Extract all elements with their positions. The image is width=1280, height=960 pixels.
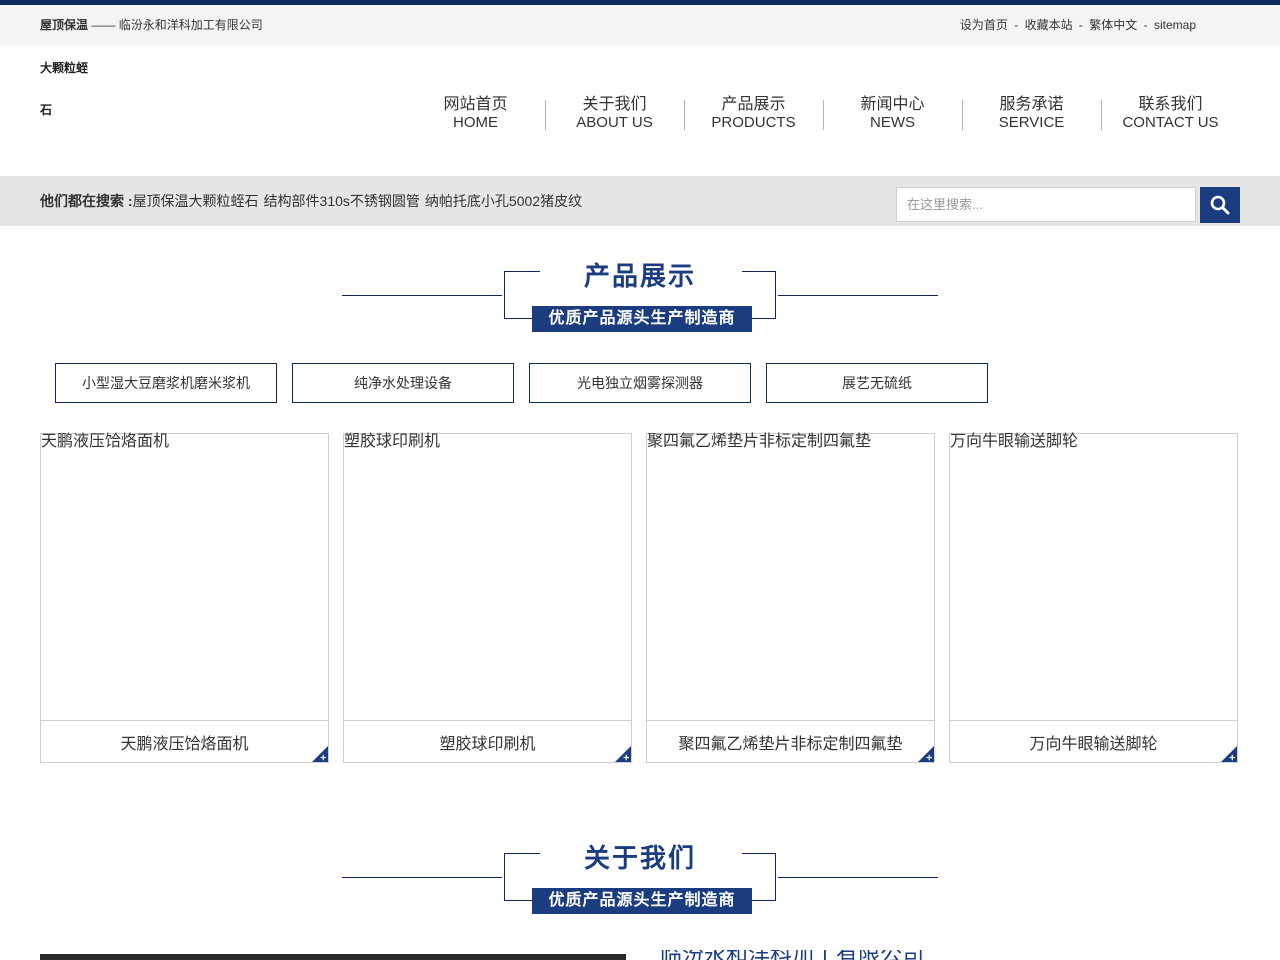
title-divider-left bbox=[342, 877, 502, 878]
product-card[interactable]: 聚四氟乙烯垫片非标定制四氟垫 聚四氟乙烯垫片非标定制四氟垫 bbox=[646, 433, 935, 763]
nav-label-en: NEWS bbox=[870, 114, 915, 131]
nav-label-en: CONTACT US bbox=[1122, 114, 1219, 131]
product-name[interactable]: 聚四氟乙烯垫片非标定制四氟垫 bbox=[647, 730, 934, 754]
category-button[interactable]: 展艺无硫纸 bbox=[766, 363, 988, 403]
about-section-subtitle: 优质产品源头生产制造商 bbox=[532, 888, 752, 914]
set-homepage-link[interactable]: 设为首页 bbox=[960, 18, 1008, 32]
title-divider-left bbox=[342, 295, 502, 296]
category-button[interactable]: 光电独立烟雾探测器 bbox=[529, 363, 751, 403]
product-image[interactable]: 万向牛眼输送脚轮 bbox=[950, 434, 1237, 721]
topbar-sep: - bbox=[1014, 18, 1019, 32]
product-card[interactable]: 万向牛眼输送脚轮 万向牛眼输送脚轮 bbox=[949, 433, 1238, 763]
hot-search: 他们都在搜索 :屋顶保温大颗粒蛭石 结构部件310s不锈钢圆管 纳帕托底小孔5002… bbox=[40, 191, 587, 211]
topbar-welcome: 屋顶保温 —— 临汾永和洋科加工有限公司 bbox=[40, 16, 263, 33]
product-name[interactable]: 塑胶球印刷机 bbox=[344, 730, 631, 754]
product-image-alt: 塑胶球印刷机 bbox=[344, 433, 441, 450]
search-icon bbox=[1210, 195, 1230, 215]
topbar-links: 设为首页 - 收藏本站 - 繁体中文 - sitemap bbox=[960, 16, 1196, 33]
product-image-alt: 万向牛眼输送脚轮 bbox=[950, 433, 1079, 450]
topbar-company: 临汾永和洋科加工有限公司 bbox=[118, 18, 263, 32]
title-divider-right bbox=[778, 295, 938, 296]
logo-line-2[interactable]: 石 bbox=[40, 101, 100, 118]
product-image[interactable]: 天鹏液压饸烙面机 bbox=[41, 434, 328, 721]
products-section-header: 产品展示 优质产品源头生产制造商 bbox=[342, 256, 938, 332]
traditional-chinese-link[interactable]: 繁体中文 bbox=[1089, 18, 1137, 32]
about-section-header: 关于我们 优质产品源头生产制造商 bbox=[342, 838, 938, 914]
main-nav: 网站首页 HOME 关于我们 ABOUT US 产品展示 PRODUCTS 新闻… bbox=[406, 96, 1240, 136]
product-name[interactable]: 万向牛眼输送脚轮 bbox=[950, 730, 1237, 754]
sitemap-link[interactable]: sitemap bbox=[1154, 18, 1196, 32]
logo-line-1[interactable]: 大颗粒蛭 bbox=[40, 59, 100, 76]
about-section-title: 关于我们 bbox=[583, 843, 696, 873]
title-divider-right bbox=[778, 877, 938, 878]
hot-keyword-link[interactable]: 结构部件310s不锈钢圆管 bbox=[264, 193, 420, 209]
category-button[interactable]: 纯净水处理设备 bbox=[292, 363, 514, 403]
category-button[interactable]: 小型湿大豆磨浆机磨米浆机 bbox=[55, 363, 277, 403]
about-image bbox=[40, 954, 626, 960]
products-section-subtitle: 优质产品源头生产制造商 bbox=[532, 306, 752, 332]
search-button[interactable] bbox=[1200, 187, 1240, 223]
product-image-alt: 天鹏液压饸烙面机 bbox=[41, 433, 170, 450]
nav-service[interactable]: 服务承诺 SERVICE bbox=[962, 96, 1101, 136]
products-section-title: 产品展示 bbox=[583, 261, 696, 291]
nav-label-cn: 网站首页 bbox=[443, 96, 508, 113]
nav-label-cn: 服务承诺 bbox=[999, 96, 1064, 113]
hot-search-label: 他们都在搜索 : bbox=[40, 193, 133, 209]
nav-label-en: SERVICE bbox=[998, 114, 1065, 131]
plus-corner-icon bbox=[1221, 746, 1237, 762]
nav-products[interactable]: 产品展示 PRODUCTS bbox=[684, 96, 823, 136]
category-tabs: 小型湿大豆磨浆机磨米浆机 纯净水处理设备 光电独立烟雾探测器 展艺无硫纸 bbox=[55, 363, 1003, 403]
plus-corner-icon bbox=[918, 746, 934, 762]
nav-label-cn: 关于我们 bbox=[582, 96, 647, 113]
search-bar: 他们都在搜索 :屋顶保温大颗粒蛭石 结构部件310s不锈钢圆管 纳帕托底小孔5002… bbox=[0, 176, 1280, 226]
hot-keyword-link[interactable]: 屋顶保温大颗粒蛭石 bbox=[133, 193, 259, 209]
product-grid: 天鹏液压饸烙面机 天鹏液压饸烙面机 塑胶球印刷机 塑胶球印刷机 聚四氟乙烯垫片非… bbox=[40, 433, 1238, 763]
hot-keyword-link[interactable]: 纳帕托底小孔5002猪皮纹 bbox=[425, 193, 582, 209]
nav-home[interactable]: 网站首页 HOME bbox=[406, 96, 545, 136]
plus-corner-icon bbox=[312, 746, 328, 762]
nav-about[interactable]: 关于我们 ABOUT US bbox=[545, 96, 684, 136]
nav-news[interactable]: 新闻中心 NEWS bbox=[823, 96, 962, 136]
product-image-alt: 聚四氟乙烯垫片非标定制四氟垫 bbox=[647, 433, 872, 450]
topbar-sep: - bbox=[1078, 18, 1083, 32]
product-name[interactable]: 天鹏液压饸烙面机 bbox=[41, 730, 328, 754]
nav-label-en: PRODUCTS bbox=[711, 114, 796, 131]
nav-contact[interactable]: 联系我们 CONTACT US bbox=[1101, 96, 1240, 136]
product-image[interactable]: 聚四氟乙烯垫片非标定制四氟垫 bbox=[647, 434, 934, 721]
about-company-name[interactable]: 临汾永和洋科加工有限公司 bbox=[660, 950, 924, 960]
plus-corner-icon bbox=[615, 746, 631, 762]
nav-label-cn: 产品展示 bbox=[721, 96, 786, 113]
product-image[interactable]: 塑胶球印刷机 bbox=[344, 434, 631, 721]
topbar: 屋顶保温 —— 临汾永和洋科加工有限公司 设为首页 - 收藏本站 - 繁体中文 … bbox=[0, 5, 1280, 46]
nav-label-en: HOME bbox=[453, 114, 498, 131]
nav-label-cn: 新闻中心 bbox=[860, 96, 925, 113]
nav-label-en: ABOUT US bbox=[576, 114, 653, 131]
topbar-brand[interactable]: 屋顶保温 bbox=[40, 18, 88, 32]
search-input[interactable] bbox=[896, 187, 1196, 222]
nav-label-cn: 联系我们 bbox=[1138, 96, 1203, 113]
topbar-dash: —— bbox=[91, 18, 116, 32]
product-card[interactable]: 塑胶球印刷机 塑胶球印刷机 bbox=[343, 433, 632, 763]
product-card[interactable]: 天鹏液压饸烙面机 天鹏液压饸烙面机 bbox=[40, 433, 329, 763]
topbar-sep: - bbox=[1143, 18, 1148, 32]
bookmark-link[interactable]: 收藏本站 bbox=[1025, 18, 1073, 32]
